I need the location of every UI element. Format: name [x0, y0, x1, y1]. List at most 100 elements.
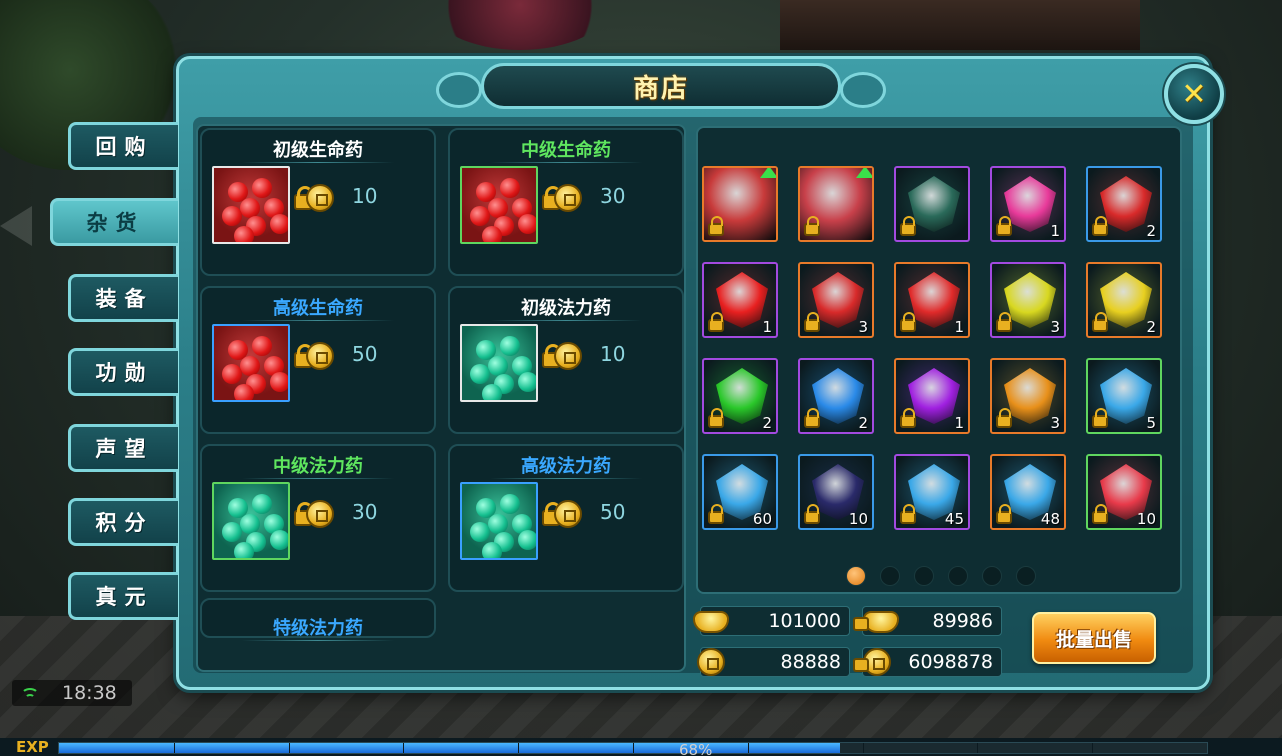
lock-icon: [900, 408, 916, 428]
product-name: 初级法力药: [450, 294, 682, 321]
product-card[interactable]: 初级生命药 10: [200, 128, 436, 276]
page-dot[interactable]: [880, 566, 900, 586]
locked-coin-icon: [294, 340, 334, 376]
gold-ingot-balance: 101000: [693, 606, 850, 636]
mana-potion-icon: [460, 324, 538, 402]
inventory-slot[interactable]: 1: [990, 166, 1066, 242]
tab-item[interactable]: 声望: [68, 424, 178, 472]
page-dot[interactable]: [846, 566, 866, 586]
mana-potion-icon: [212, 482, 290, 560]
tab-item[interactable]: 积分: [68, 498, 178, 546]
bulk-sell-button[interactable]: 批量出售: [1032, 612, 1156, 664]
blue-crystal-icon: [1100, 368, 1152, 424]
health-potion-icon: [212, 324, 290, 402]
lock-icon: [1092, 504, 1108, 524]
product-list[interactable]: 初级生命药 10 中级生命药 30 高级生命药 50 初级法力药 10 中级法力药 30 高级法力药…: [196, 124, 686, 672]
purple-gem-icon: [908, 368, 960, 424]
tab-item[interactable]: 杂货: [50, 198, 178, 246]
item-quantity: 45: [944, 510, 964, 528]
lock-icon: [996, 216, 1012, 236]
sword-icon: [908, 176, 960, 232]
inventory-slot[interactable]: 48: [990, 454, 1066, 530]
product-card-partial[interactable]: 特级法力药: [200, 598, 436, 641]
product-card[interactable]: 高级法力药 50: [448, 444, 684, 592]
product-name: 中级生命药: [450, 136, 682, 163]
inventory-slot[interactable]: 3: [798, 262, 874, 338]
product-name: 中级法力药: [202, 452, 434, 479]
upgrade-arrow-icon: [856, 168, 872, 178]
exp-fill: [59, 743, 840, 753]
exp-segment: [518, 743, 520, 753]
inventory-slot[interactable]: 45: [894, 454, 970, 530]
exp-segment: [633, 743, 634, 753]
exp-percent: 68%: [679, 741, 713, 756]
page-title: 商店: [632, 73, 689, 104]
yellow-gem-icon: [1004, 272, 1056, 328]
inventory-slot[interactable]: 2: [702, 358, 778, 434]
page-dot[interactable]: [1016, 566, 1036, 586]
blue-gem-icon: [812, 368, 864, 424]
product-card[interactable]: 高级生命药 50: [200, 286, 436, 434]
product-name: 特级法力药: [202, 614, 434, 641]
tab-item[interactable]: 回购: [68, 122, 178, 170]
product-price: 10: [352, 184, 378, 208]
inventory-slot[interactable]: 10: [1086, 454, 1162, 530]
item-quantity: 3: [1050, 414, 1060, 432]
product-price: 50: [600, 500, 626, 524]
wifi-icon: [20, 684, 40, 702]
inventory-slot[interactable]: 3: [990, 358, 1066, 434]
lock-icon: [804, 504, 820, 524]
locked-coin-icon: [294, 182, 334, 218]
lock-icon: [804, 216, 820, 236]
item-quantity: 2: [858, 414, 868, 432]
item-quantity: 10: [1136, 510, 1156, 528]
product-card[interactable]: 初级法力药 10: [448, 286, 684, 434]
close-button[interactable]: ✕: [1164, 64, 1224, 124]
inventory-slot[interactable]: 1: [894, 358, 970, 434]
product-price: 10: [600, 342, 626, 366]
left-arrow-icon[interactable]: [0, 206, 32, 246]
green-gem-icon: [716, 368, 768, 424]
inventory-slot[interactable]: 2: [1086, 166, 1162, 242]
exp-label: EXP: [16, 738, 49, 756]
tab-item[interactable]: 装备: [68, 274, 178, 322]
product-price: 30: [600, 184, 626, 208]
inventory-grid: 1 2 1 3 1 3 2 2 2 1 3 5 60 10 45 48 10: [696, 126, 1182, 594]
page-dot[interactable]: [948, 566, 968, 586]
product-card[interactable]: 中级法力药 30: [200, 444, 436, 592]
red-gem-icon: [812, 272, 864, 328]
product-name: 高级生命药: [202, 294, 434, 321]
lock-icon: [1092, 408, 1108, 428]
lock-icon: [1092, 312, 1108, 332]
product-name: 高级法力药: [450, 452, 682, 479]
inventory-slot[interactable]: [798, 166, 874, 242]
tab-item[interactable]: 功勋: [68, 348, 178, 396]
exp-segment: [173, 743, 175, 753]
inventory-slot[interactable]: 1: [894, 262, 970, 338]
health-potion-icon: [212, 166, 290, 244]
pink-gem-icon: [1004, 176, 1056, 232]
bound-coin-balance: 6098878: [853, 647, 1002, 677]
lock-icon: [1092, 216, 1108, 236]
exp-segment: [288, 743, 290, 753]
inventory-slot[interactable]: 2: [798, 358, 874, 434]
lock-icon: [708, 504, 724, 524]
inventory-slot[interactable]: 60: [702, 454, 778, 530]
inventory-slot[interactable]: [702, 166, 778, 242]
item-quantity: 60: [752, 510, 772, 528]
coin-icon: [691, 644, 729, 678]
product-card[interactable]: 中级生命药 30: [448, 128, 684, 276]
inventory-slot[interactable]: 5: [1086, 358, 1162, 434]
inventory-slot[interactable]: [894, 166, 970, 242]
page-dot[interactable]: [982, 566, 1002, 586]
inventory-slot[interactable]: 10: [798, 454, 874, 530]
inventory-slot[interactable]: 2: [1086, 262, 1162, 338]
locked-coin-icon: [853, 644, 891, 678]
orange-gem-icon: [1004, 368, 1056, 424]
page-dot[interactable]: [914, 566, 934, 586]
tab-item[interactable]: 真元: [68, 572, 178, 620]
inventory-slot[interactable]: 3: [990, 262, 1066, 338]
red-gem-icon: [1100, 176, 1152, 232]
coin-balance: 88888: [697, 647, 850, 677]
inventory-slot[interactable]: 1: [702, 262, 778, 338]
